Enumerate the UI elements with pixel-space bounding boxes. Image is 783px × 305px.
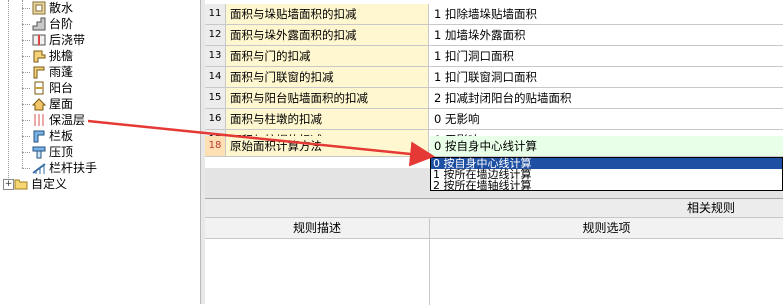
table-row[interactable]: 16 面积与柱墩的扣减 0 无影响 xyxy=(205,109,783,130)
tree-item-roof[interactable]: 屋面 xyxy=(22,96,73,112)
rules-description-column xyxy=(205,239,430,305)
property-name: 面积与门的扣减 xyxy=(226,46,429,66)
row-number: 11 xyxy=(205,4,226,24)
property-value[interactable]: 1 扣门联窗洞口面积 xyxy=(430,67,783,87)
tree-item-coping[interactable]: 压顶 xyxy=(22,144,73,160)
property-value[interactable]: 1 加墙垛外露面积 xyxy=(430,25,783,45)
parapet-icon xyxy=(32,129,46,143)
row-number: 14 xyxy=(205,67,226,87)
component-tree: 散水 台阶 后浇带 挑檐 雨蓬 阳台 屋面 保温层 栏板 压顶 栏杆扶手 + 自… xyxy=(0,0,201,304)
balcony-icon xyxy=(32,81,46,95)
row-number: 16 xyxy=(205,109,226,129)
apron-icon xyxy=(32,1,46,15)
property-name: 面积与垛外露面积的扣减 xyxy=(226,25,429,45)
property-name: 面积与阳台贴墙面积的扣减 xyxy=(226,88,429,108)
table-row[interactable]: 15 面积与阳台贴墙面积的扣减 2 扣减封闭阳台的贴墙面积 xyxy=(205,88,783,109)
property-name: 原始面积计算方法 xyxy=(226,136,429,156)
property-value[interactable]: 2 扣减封闭阳台的贴墙面积 xyxy=(430,88,783,108)
rules-table-header: 规则描述 规则选项 xyxy=(205,218,783,239)
row-number: 12 xyxy=(205,25,226,45)
roof-icon xyxy=(31,97,47,111)
table-row[interactable]: 13 面积与门的扣减 1 扣门洞口面积 xyxy=(205,46,783,67)
property-grid: 11 面积与垛贴墙面积的扣减 1 扣除墙垛贴墙面积 12 面积与垛外露面积的扣减… xyxy=(205,0,783,168)
rules-panel-title: 相关规则 xyxy=(205,199,783,218)
tree-item-balcony[interactable]: 阳台 xyxy=(22,80,73,96)
table-row[interactable]: 11 面积与垛贴墙面积的扣减 1 扣除墙垛贴墙面积 xyxy=(205,4,783,25)
tree-item-cornice[interactable]: 挑檐 xyxy=(22,48,73,64)
property-name: 面积与门联窗的扣减 xyxy=(226,67,429,87)
tree-item-railing[interactable]: 栏杆扶手 xyxy=(22,160,97,176)
steps-icon xyxy=(32,17,46,31)
tree-item-canopy[interactable]: 雨蓬 xyxy=(22,64,73,80)
column-header-option[interactable]: 规则选项 xyxy=(430,218,783,238)
property-value[interactable]: 1 扣门洞口面积 xyxy=(430,46,783,66)
dropdown-option[interactable]: 2 按所在墙轴线计算 xyxy=(431,180,782,191)
rules-table-body xyxy=(205,239,783,305)
table-row-active[interactable]: 18 原始面积计算方法 0 按自身中心线计算 xyxy=(205,136,783,157)
property-name: 面积与垛贴墙面积的扣减 xyxy=(226,4,429,24)
property-value[interactable]: 1 扣除墙垛贴墙面积 xyxy=(430,4,783,24)
railing-icon xyxy=(32,161,46,175)
table-row[interactable]: 14 面积与门联窗的扣减 1 扣门联窗洞口面积 xyxy=(205,67,783,88)
tree-item-insulation[interactable]: 保温层 xyxy=(22,112,85,128)
row-number: 18 xyxy=(205,136,226,156)
tree-item-apron[interactable]: 散水 xyxy=(22,0,73,16)
tree-item-post-cast-strip[interactable]: 后浇带 xyxy=(22,32,85,48)
property-name: 面积与柱墩的扣减 xyxy=(226,109,429,129)
cornice-icon xyxy=(32,49,46,63)
column-header-description[interactable]: 规则描述 xyxy=(205,218,430,238)
post-cast-strip-icon xyxy=(32,33,46,47)
folder-icon xyxy=(14,177,28,191)
property-value[interactable]: 0 无影响 xyxy=(430,109,783,129)
expand-toggle[interactable]: + xyxy=(3,179,14,190)
tree-item-parapet[interactable]: 栏板 xyxy=(22,128,73,144)
related-rules-panel: 相关规则 规则描述 规则选项 xyxy=(205,198,783,305)
insulation-icon xyxy=(32,113,46,127)
table-row[interactable]: 12 面积与垛外露面积的扣减 1 加墙垛外露面积 xyxy=(205,25,783,46)
property-value-combo[interactable]: 0 按自身中心线计算 xyxy=(430,136,783,156)
row-number: 13 xyxy=(205,46,226,66)
tree-item-custom[interactable]: 自定义 xyxy=(14,176,67,192)
canopy-icon xyxy=(32,65,46,79)
value-dropdown-list[interactable]: 0 按自身中心线计算 1 按所在墙边线计算 2 按所在墙轴线计算 xyxy=(430,157,783,191)
coping-icon xyxy=(32,145,46,159)
tree-item-steps[interactable]: 台阶 xyxy=(22,16,73,32)
row-number: 15 xyxy=(205,88,226,108)
